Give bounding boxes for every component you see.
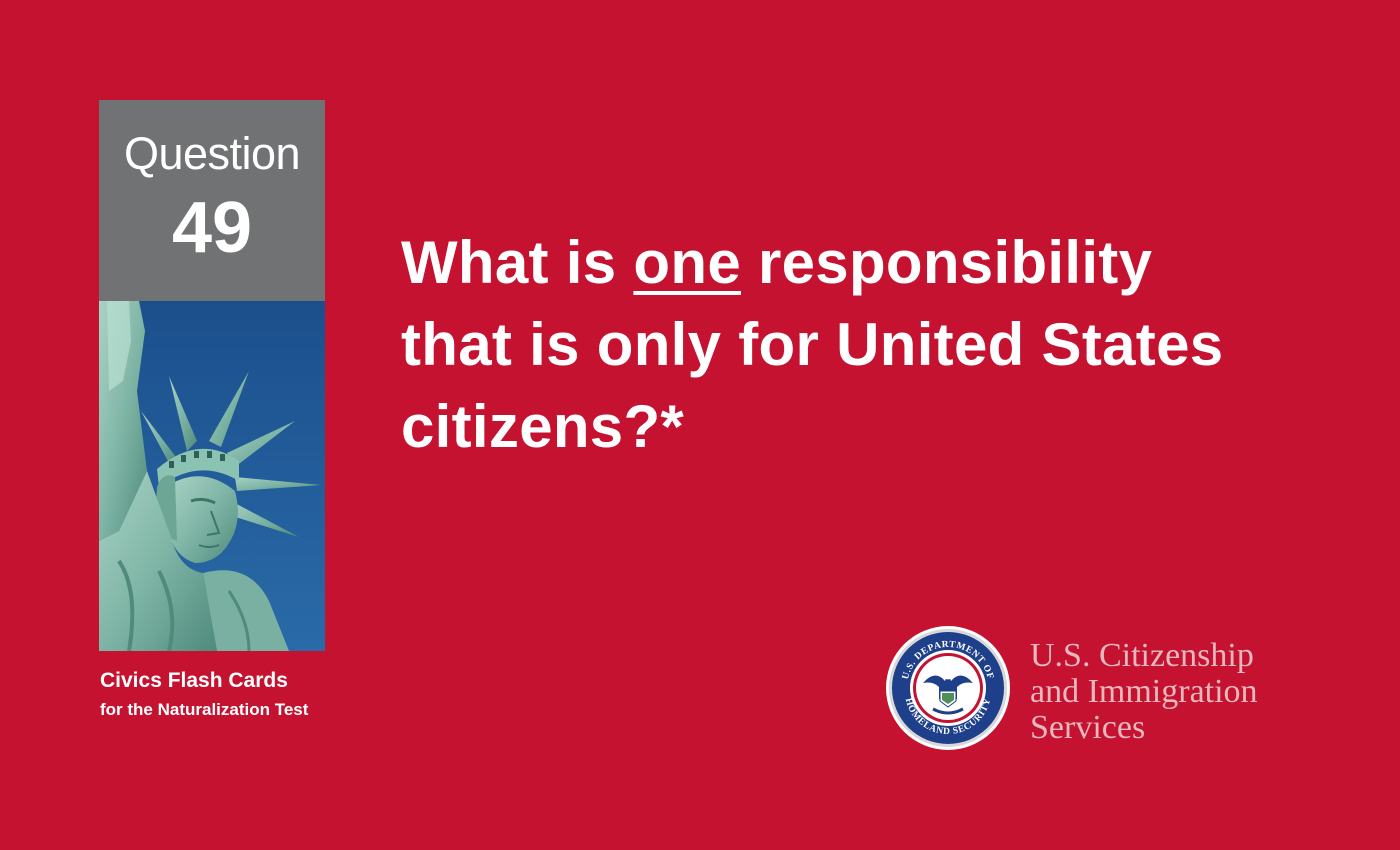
question-label: Question [123,128,301,179]
question-text: What is one responsibility that is only … [401,222,1361,468]
agency-line-3: Services [1030,709,1146,746]
question-number-box: Question 49 [99,100,325,301]
caption-title: Civics Flash Cards [100,669,288,692]
agency-line-1: U.S. Citizenship [1030,637,1254,674]
dhs-seal-icon: U.S. DEPARTMENT OF HOMELAND SECURITY [885,625,1011,751]
question-number: 49 [171,188,253,268]
question-line-1-start: What is [401,229,634,296]
statue-of-liberty-image [99,301,325,651]
agency-line-2: and Immigration [1030,673,1258,710]
question-line-3: citizens?* [401,393,685,460]
flash-card: Question 49 Civics Flash Cards for the N… [0,0,1400,850]
statue-of-liberty-icon [99,301,325,651]
question-line-1: What is one responsibility [401,222,1361,304]
question-emphasis: one [633,229,741,296]
question-line-1-end: responsibility [741,229,1153,296]
caption-subtitle: for the Naturalization Test [100,700,309,719]
question-line-2: that is only for United States [401,311,1224,378]
agency-name: U.S. Citizenship and Immigration Service… [1030,638,1258,746]
